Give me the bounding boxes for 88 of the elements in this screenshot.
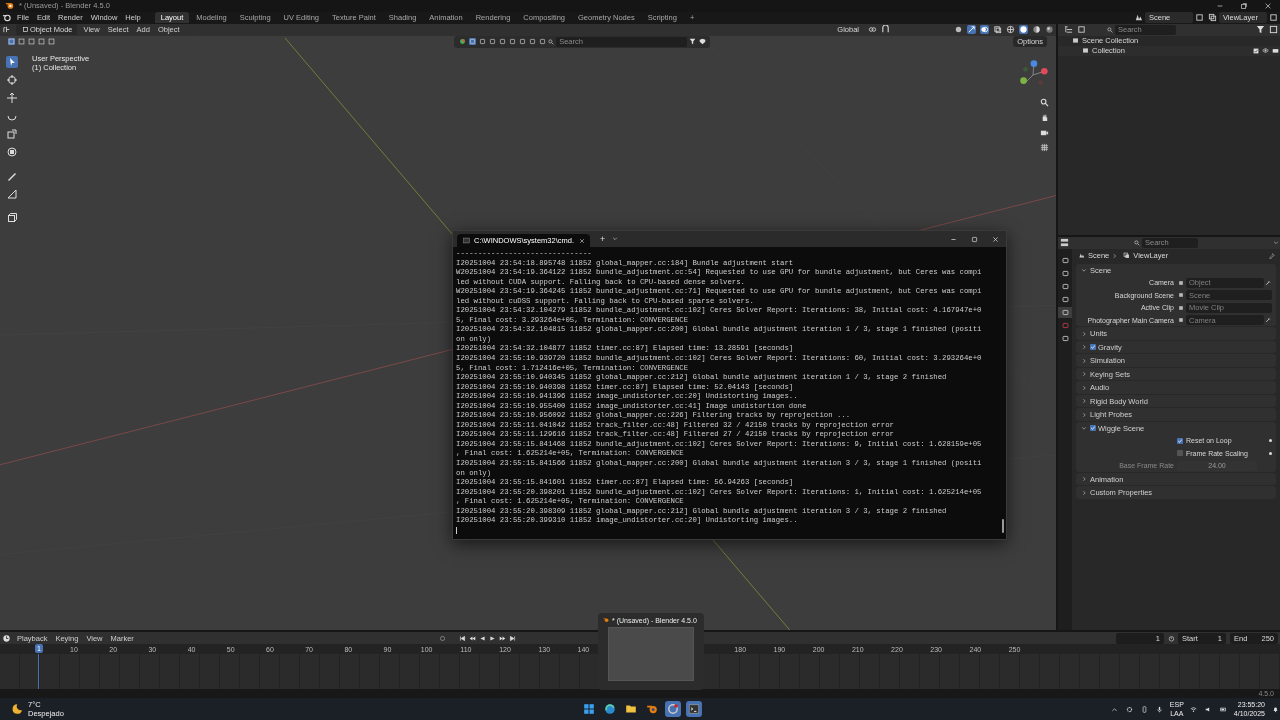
- pin-icon[interactable]: [1269, 252, 1275, 259]
- keyframe-dot-icon[interactable]: [1269, 451, 1272, 455]
- shield-icon[interactable]: [698, 38, 706, 46]
- close-icon[interactable]: [579, 237, 585, 244]
- search-icon: [1134, 239, 1140, 246]
- battery-icon[interactable]: [1220, 705, 1228, 713]
- filter-icon[interactable]: [688, 38, 696, 46]
- chevron-right-icon: [1112, 252, 1119, 259]
- select-mode-icon[interactable]: [7, 38, 15, 46]
- next-keyframe-icon[interactable]: [499, 634, 507, 642]
- terminal-icon[interactable]: [686, 701, 703, 718]
- checkbox[interactable]: [1177, 437, 1183, 444]
- transform-tool-icon[interactable]: [6, 145, 18, 158]
- jump-start-icon[interactable]: [459, 634, 467, 642]
- gizmo-icon[interactable]: [967, 25, 976, 35]
- scene-icon: [1077, 252, 1085, 260]
- restore-icon[interactable]: [1240, 2, 1248, 10]
- editor-type-icon[interactable]: [1064, 25, 1073, 35]
- scrollbar-thumb[interactable]: [1002, 519, 1004, 533]
- prev-keyframe-icon[interactable]: [469, 634, 477, 642]
- display-mode-icon[interactable]: [1077, 25, 1086, 35]
- chevron-down-icon[interactable]: [1273, 239, 1279, 246]
- bell-icon[interactable]: [1271, 705, 1279, 713]
- stopwatch-icon[interactable]: [1167, 634, 1175, 642]
- snap-icon[interactable]: [881, 25, 890, 35]
- wifi-icon[interactable]: [1190, 705, 1198, 713]
- play-icon[interactable]: [489, 634, 497, 642]
- scale-tool-icon[interactable]: [6, 127, 18, 140]
- gear-icon[interactable]: [1126, 705, 1134, 713]
- add-cube-tool-icon[interactable]: [6, 211, 18, 224]
- properties-tab[interactable]: [1058, 306, 1072, 318]
- move-tool-icon[interactable]: [6, 91, 18, 104]
- new-collection-icon[interactable]: [1269, 25, 1278, 35]
- chevron-up-icon[interactable]: [1111, 705, 1119, 713]
- microphone-icon[interactable]: [1156, 705, 1164, 713]
- select-tool-icon[interactable]: [6, 55, 18, 68]
- text-cursor-icon: [456, 526, 457, 534]
- eye-icon[interactable]: [1261, 47, 1269, 55]
- editor-type-icon[interactable]: [2, 25, 11, 35]
- filter-icon[interactable]: [1256, 25, 1265, 35]
- xray-icon[interactable]: [993, 25, 1002, 35]
- close-icon[interactable]: [1264, 2, 1272, 10]
- camera-icon[interactable]: [1271, 47, 1279, 55]
- object-type-icon[interactable]: [468, 38, 476, 46]
- clock-icon[interactable]: [2, 633, 11, 643]
- maximize-icon[interactable]: [971, 235, 978, 243]
- eyedropper-icon[interactable]: [1265, 279, 1271, 286]
- view-icon[interactable]: [954, 25, 963, 35]
- link-icon[interactable]: [868, 25, 877, 35]
- layers-icon: [1122, 252, 1130, 260]
- check-icon: [1090, 344, 1096, 351]
- panel-checkbox[interactable]: [1090, 344, 1096, 351]
- close-icon[interactable]: [992, 235, 999, 243]
- check-icon: [1090, 425, 1096, 432]
- new-tab-button[interactable]: +: [600, 234, 606, 244]
- blender-logo-icon[interactable]: [2, 13, 11, 23]
- copy-icon[interactable]: [1269, 13, 1278, 23]
- keyframe-dot-icon[interactable]: [1269, 439, 1272, 443]
- layers-icon[interactable]: [1208, 13, 1217, 23]
- minimize-icon[interactable]: [1216, 2, 1224, 10]
- blender-logo-icon: [5, 1, 14, 11]
- cursor-tool-icon[interactable]: [6, 73, 18, 86]
- record-icon[interactable]: [439, 634, 447, 642]
- chevron-down-icon[interactable]: [612, 236, 619, 242]
- measure-tool-icon[interactable]: [6, 187, 18, 200]
- eyedropper-icon[interactable]: [1265, 317, 1271, 324]
- checkbox[interactable]: [1177, 450, 1183, 457]
- rendered-shading-icon[interactable]: [1045, 25, 1054, 35]
- jump-end-icon[interactable]: [509, 634, 517, 642]
- search-icon: [548, 38, 555, 45]
- play-reverse-icon[interactable]: [479, 634, 487, 642]
- material-shading-icon[interactable]: [1032, 25, 1041, 35]
- editor-type-icon[interactable]: [1060, 238, 1069, 248]
- scene-icon[interactable]: [1134, 13, 1143, 23]
- blender-logo-icon: [603, 617, 609, 623]
- check-icon: [1177, 437, 1183, 444]
- copy-icon[interactable]: [1195, 13, 1204, 23]
- grid-icon[interactable]: [1040, 142, 1049, 152]
- search-icon: [1107, 26, 1113, 33]
- wireframe-shading-icon[interactable]: [1006, 25, 1015, 35]
- checkbox-icon[interactable]: [1253, 47, 1259, 54]
- solid-shading-icon[interactable]: [1019, 25, 1028, 35]
- cube-icon: [21, 26, 29, 34]
- zoom-icon[interactable]: [1040, 97, 1049, 107]
- terminal-icon: [462, 237, 470, 244]
- panel-checkbox[interactable]: [1090, 425, 1096, 432]
- visibility-icon[interactable]: [458, 38, 466, 46]
- overlay-icon[interactable]: [980, 25, 989, 35]
